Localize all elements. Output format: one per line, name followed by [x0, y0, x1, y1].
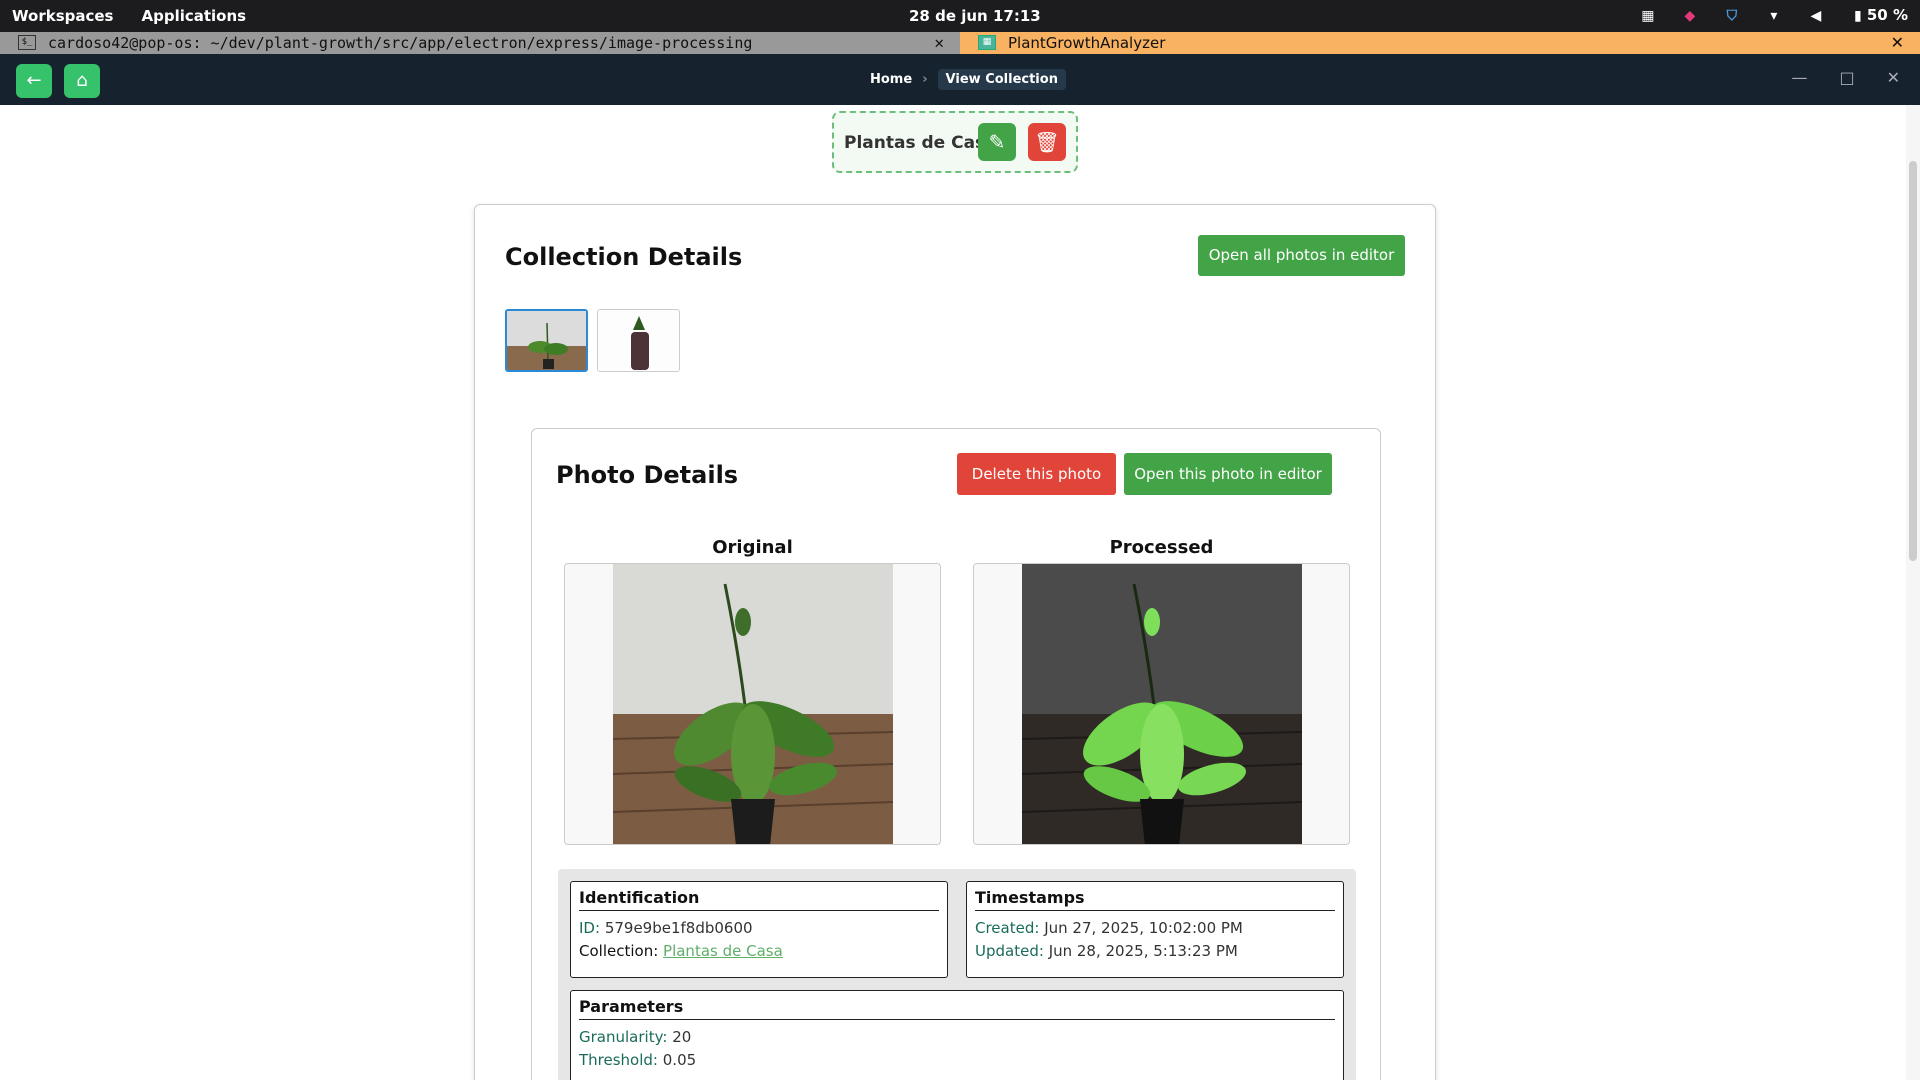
battery-icon: ▮: [1854, 8, 1862, 24]
scrollbar-thumb[interactable]: [1909, 161, 1917, 561]
updated-label: Updated:: [975, 942, 1044, 960]
workspaces-menu[interactable]: Workspaces: [12, 7, 113, 25]
timestamps-box: Timestamps Created: Jun 27, 2025, 10:02:…: [966, 881, 1344, 978]
open-photo-button[interactable]: Open this photo in editor: [1124, 453, 1332, 495]
plant-thumbnail-image: [598, 310, 679, 371]
identification-title: Identification: [579, 888, 939, 911]
tab-app-label: PlantGrowthAnalyzer: [1008, 34, 1166, 52]
app-icon: ▦: [978, 35, 996, 50]
clock[interactable]: 28 de jun 17:13: [909, 7, 1041, 25]
scrollbar[interactable]: [1906, 105, 1920, 1080]
breadcrumb-separator: ›: [922, 72, 928, 87]
back-button[interactable]: ←: [16, 64, 52, 98]
threshold-label: Threshold:: [579, 1051, 658, 1069]
window-close-icon[interactable]: ✕: [1887, 68, 1900, 87]
original-image-frame: [564, 563, 941, 845]
plant-thumbnail-image: [507, 311, 586, 370]
photo-details-card: Photo Details Delete this photo Open thi…: [531, 428, 1381, 1080]
original-caption: Original: [712, 537, 793, 558]
id-value: 579e9be1f8db0600: [604, 919, 753, 937]
breadcrumb-home[interactable]: Home: [870, 72, 912, 87]
processed-image-frame: [973, 563, 1350, 845]
timestamps-title: Timestamps: [975, 888, 1335, 911]
granularity-value: 20: [672, 1028, 692, 1046]
granularity-label: Granularity:: [579, 1028, 668, 1046]
photo-thumbnails: [505, 309, 680, 372]
app-header: ← ⌂ Home › View Collection — □ ✕: [0, 54, 1920, 105]
collection-details-card: Collection Details Open all photos in ed…: [474, 204, 1436, 1080]
applications-menu[interactable]: Applications: [141, 7, 246, 25]
original-plant-image: [613, 564, 893, 844]
battery-percent: 50 %: [1866, 6, 1908, 24]
tab-terminal[interactable]: $_ cardoso42@pop-os: ~/dev/plant-growth/…: [0, 32, 960, 54]
delete-photo-button[interactable]: Delete this photo: [957, 453, 1116, 495]
collection-link[interactable]: Plantas de Casa: [663, 942, 783, 960]
terminal-icon: $_: [18, 35, 36, 50]
photo-thumbnail[interactable]: [505, 309, 588, 372]
arrow-left-icon: ←: [26, 70, 42, 91]
processed-image-column: Processed: [973, 537, 1350, 845]
collection-header: Plantas de Casa ✎ 🗑: [832, 111, 1078, 173]
maximize-icon[interactable]: □: [1839, 68, 1854, 87]
identification-box: Identification ID: 579e9be1f8db0600 Coll…: [570, 881, 948, 978]
tab-terminal-label: cardoso42@pop-os: ~/dev/plant-growth/src…: [48, 34, 753, 52]
processed-plant-image: [1022, 564, 1302, 844]
close-icon[interactable]: ✕: [1891, 32, 1904, 54]
parameters-title: Parameters: [579, 997, 1335, 1020]
main-content: Plantas de Casa ✎ 🗑 Collection Details O…: [0, 105, 1920, 1080]
minimize-icon[interactable]: —: [1791, 68, 1807, 87]
breadcrumb: Home › View Collection: [870, 69, 1066, 90]
processed-caption: Processed: [1109, 537, 1214, 558]
open-all-photos-button[interactable]: Open all photos in editor: [1198, 235, 1405, 276]
original-image-column: Original: [564, 537, 941, 845]
collection-label: Collection:: [579, 942, 659, 960]
photo-thumbnail[interactable]: [597, 309, 680, 372]
tab-app[interactable]: ▦ PlantGrowthAnalyzer ✕: [960, 32, 1920, 54]
created-label: Created:: [975, 919, 1040, 937]
close-icon[interactable]: ✕: [934, 32, 944, 54]
window-tabs: $_ cardoso42@pop-os: ~/dev/plant-growth/…: [0, 32, 1920, 54]
photo-details-title: Photo Details: [556, 461, 739, 489]
delete-collection-button[interactable]: 🗑: [1028, 123, 1066, 161]
updated-value: Jun 28, 2025, 5:13:23 PM: [1048, 942, 1238, 960]
threshold-value: 0.05: [662, 1051, 697, 1069]
shield-icon[interactable]: ⛉: [1723, 7, 1741, 25]
collection-name: Plantas de Casa: [844, 133, 997, 153]
battery-indicator[interactable]: ▮ 50 %: [1849, 6, 1908, 25]
id-label: ID:: [579, 919, 601, 937]
collection-details-title: Collection Details: [505, 243, 743, 271]
window-layout-icon[interactable]: ▦: [1639, 7, 1657, 25]
parameters-box: Parameters Granularity: 20 Threshold: 0.…: [570, 990, 1344, 1080]
pencil-icon: ✎: [988, 130, 1006, 154]
created-value: Jun 27, 2025, 10:02:00 PM: [1044, 919, 1243, 937]
wifi-icon[interactable]: ▾: [1765, 7, 1783, 25]
edit-collection-button[interactable]: ✎: [978, 123, 1016, 161]
os-top-bar: Workspaces Applications 28 de jun 17:13 …: [0, 0, 1920, 32]
home-button[interactable]: ⌂: [64, 64, 100, 98]
breadcrumb-view-collection[interactable]: View Collection: [937, 69, 1066, 90]
app-tray-icon[interactable]: ◆: [1681, 7, 1699, 25]
photo-info-panel: Identification ID: 579e9be1f8db0600 Coll…: [558, 869, 1356, 1080]
trash-icon: 🗑: [1034, 130, 1060, 154]
volume-icon[interactable]: ◀: [1807, 7, 1825, 25]
home-icon: ⌂: [76, 70, 88, 91]
